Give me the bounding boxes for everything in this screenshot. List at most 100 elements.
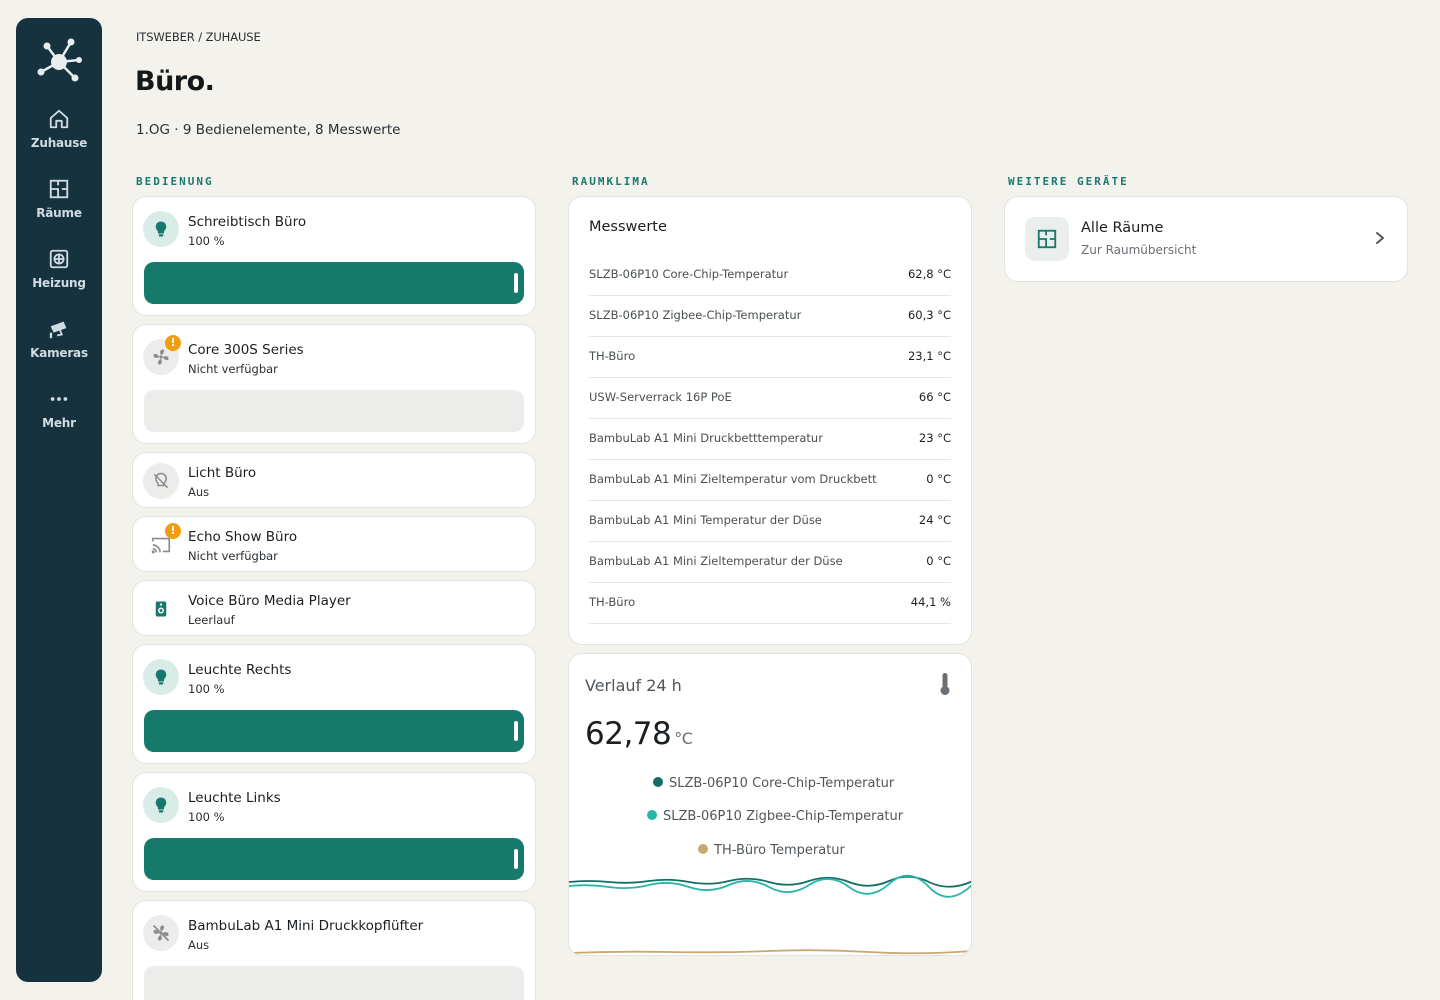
slider-handle[interactable]	[514, 721, 518, 741]
measurement-row[interactable]: BambuLab A1 Mini Temperatur der Düse 24 °…	[589, 501, 951, 542]
brightness-slider[interactable]	[144, 262, 524, 304]
measurement-row[interactable]: BambuLab A1 Mini Zieltemperatur vom Druc…	[589, 460, 951, 501]
nav-item-mehr[interactable]: Mehr	[16, 388, 102, 450]
legend-dot	[647, 810, 657, 820]
measurement-name: BambuLab A1 Mini Druckbetttemperatur	[589, 431, 823, 445]
device-state: Leerlauf	[188, 613, 235, 627]
fan-off-icon[interactable]	[143, 915, 179, 951]
measurement-value: 60,3 °C	[907, 308, 951, 322]
page-title: Büro.	[135, 66, 215, 97]
device-card-leuchte-links[interactable]: Leuchte Links 100 %	[132, 772, 536, 892]
history-sparkline	[569, 874, 971, 955]
all-rooms-card[interactable]: Alle Räume Zur Raumübersicht	[1004, 196, 1408, 282]
floorplan-icon	[1025, 217, 1069, 261]
history-card[interactable]: Verlauf 24 h 62,78 °C SLZB-06P10 Core-Chi…	[568, 653, 972, 956]
device-state: Nicht verfügbar	[188, 549, 278, 563]
legend-item-core-chip[interactable]: SLZB-06P10 Core-Chip-Temperatur	[653, 776, 894, 791]
measurement-row[interactable]: TH-Büro 23,1 °C	[589, 337, 951, 378]
measurement-name: BambuLab A1 Mini Zieltemperatur der Düse	[589, 554, 843, 568]
speaker-icon[interactable]	[143, 591, 179, 627]
sidebar: Zuhause Räume Heizung Kameras Mehr	[16, 18, 102, 982]
device-card-voice-media-player[interactable]: Voice Büro Media Player Leerlauf	[132, 580, 536, 636]
all-rooms-subtitle: Zur Raumübersicht	[1081, 243, 1197, 257]
history-title: Verlauf 24 h	[585, 676, 682, 695]
fan-speed-slider[interactable]	[144, 966, 524, 1000]
more-dots-icon	[50, 397, 68, 401]
device-card-schreibtisch-buero[interactable]: Schreibtisch Büro 100 %	[132, 196, 536, 316]
device-name: Schreibtisch Büro	[188, 214, 307, 230]
nav-label: Räume	[36, 206, 82, 220]
legend-item-th-buero[interactable]: TH-Büro Temperatur	[698, 843, 845, 858]
all-rooms-title: Alle Räume	[1081, 220, 1164, 236]
fan-speed-slider[interactable]	[144, 390, 524, 432]
legend-dot	[653, 777, 663, 787]
measurement-row[interactable]: SLZB-06P10 Core-Chip-Temperatur 62,8 °C	[589, 255, 951, 296]
legend-label: SLZB-06P10 Zigbee-Chip-Temperatur	[663, 809, 904, 824]
measurements-card: Messwerte SLZB-06P10 Core-Chip-Temperatu…	[568, 196, 972, 645]
nav-label: Kameras	[30, 346, 88, 360]
measurement-name: TH-Büro	[589, 595, 636, 609]
device-name: BambuLab A1 Mini Druckkopflüfter	[188, 918, 424, 934]
device-state: 100 %	[188, 682, 225, 696]
line-th-buero	[569, 949, 971, 955]
logo-icon	[37, 38, 82, 82]
camera-icon	[49, 321, 67, 339]
device-card-licht-buero[interactable]: Licht Büro Aus	[132, 452, 536, 508]
legend-label: SLZB-06P10 Core-Chip-Temperatur	[669, 776, 895, 791]
brightness-slider[interactable]	[144, 838, 524, 880]
legend-item-zigbee-chip[interactable]: SLZB-06P10 Zigbee-Chip-Temperatur	[647, 809, 903, 824]
device-card-leuchte-rechts[interactable]: Leuchte Rechts 100 %	[132, 644, 536, 764]
device-name: Leuchte Rechts	[188, 662, 292, 678]
home-icon	[49, 109, 69, 129]
device-state: Nicht verfügbar	[188, 362, 278, 376]
bulb-icon[interactable]	[143, 211, 179, 247]
device-card-bambulab-druckkopfluefter[interactable]: BambuLab A1 Mini Druckkopflüfter Aus	[132, 900, 536, 1000]
breadcrumb[interactable]: ITSWEBER / ZUHAUSE	[136, 30, 261, 44]
section-title-bedienung: BEDIENUNG	[136, 175, 214, 188]
warning-badge: !	[165, 335, 181, 351]
section-title-weitere-geraete: WEITERE GERÄTE	[1008, 175, 1129, 188]
brightness-slider[interactable]	[144, 710, 524, 752]
device-card-echo-show-buero[interactable]: ! Echo Show Büro Nicht verfügbar	[132, 516, 536, 572]
thermometer-icon	[940, 673, 950, 695]
measurement-row[interactable]: BambuLab A1 Mini Zieltemperatur der Düse…	[589, 542, 951, 583]
slider-handle[interactable]	[514, 273, 518, 293]
line-core-chip	[569, 875, 971, 888]
measurement-value: 23 °C	[918, 431, 951, 445]
device-name: Voice Büro Media Player	[188, 593, 351, 609]
page-subtitle: 1.OG · 9 Bedienelemente, 8 Messwerte	[136, 122, 401, 138]
measurement-value: 62,8 °C	[907, 267, 951, 281]
bulb-icon[interactable]	[143, 659, 179, 695]
legend-label: TH-Büro Temperatur	[714, 843, 845, 858]
history-value-unit: °C	[674, 729, 693, 748]
measurement-value: 44,1 %	[910, 595, 951, 609]
measurement-row[interactable]: BambuLab A1 Mini Druckbetttemperatur 23 °…	[589, 419, 951, 460]
measurement-name: USW-Serverrack 16P PoE	[589, 390, 732, 404]
measurements-title: Messwerte	[589, 219, 667, 235]
measurement-name: BambuLab A1 Mini Temperatur der Düse	[589, 513, 822, 527]
measurement-row[interactable]: USW-Serverrack 16P PoE 66 °C	[589, 378, 951, 419]
slider-handle[interactable]	[514, 849, 518, 869]
warning-badge: !	[165, 523, 181, 539]
legend-dot	[698, 844, 708, 854]
nav-label: Zuhause	[30, 136, 88, 150]
measurement-value: 66 °C	[918, 390, 951, 404]
nav-item-kameras[interactable]: Kameras	[16, 318, 102, 380]
nav-item-raeume[interactable]: Räume	[16, 178, 102, 240]
nav-label: Mehr	[42, 416, 76, 430]
device-state: Aus	[188, 485, 210, 499]
measurement-row[interactable]: SLZB-06P10 Zigbee-Chip-Temperatur 60,3 °C	[589, 296, 951, 337]
nav-item-heizung[interactable]: Heizung	[16, 248, 102, 310]
measurement-row[interactable]: TH-Büro 44,1 %	[589, 583, 951, 624]
device-state: Aus	[188, 938, 210, 952]
measurement-value: 24 °C	[918, 513, 951, 527]
measurement-value: 23,1 °C	[907, 349, 951, 363]
nav-item-zuhause[interactable]: Zuhause	[16, 108, 102, 170]
nav-label: Heizung	[32, 276, 86, 290]
measurement-name: SLZB-06P10 Zigbee-Chip-Temperatur	[589, 308, 802, 322]
device-name: Core 300S Series	[188, 342, 304, 358]
bulb-icon[interactable]	[143, 787, 179, 823]
measurement-value: 0 °C	[926, 472, 951, 486]
device-card-core-300s[interactable]: ! Core 300S Series Nicht verfügbar	[132, 324, 536, 444]
bulb-off-icon[interactable]	[143, 463, 179, 499]
